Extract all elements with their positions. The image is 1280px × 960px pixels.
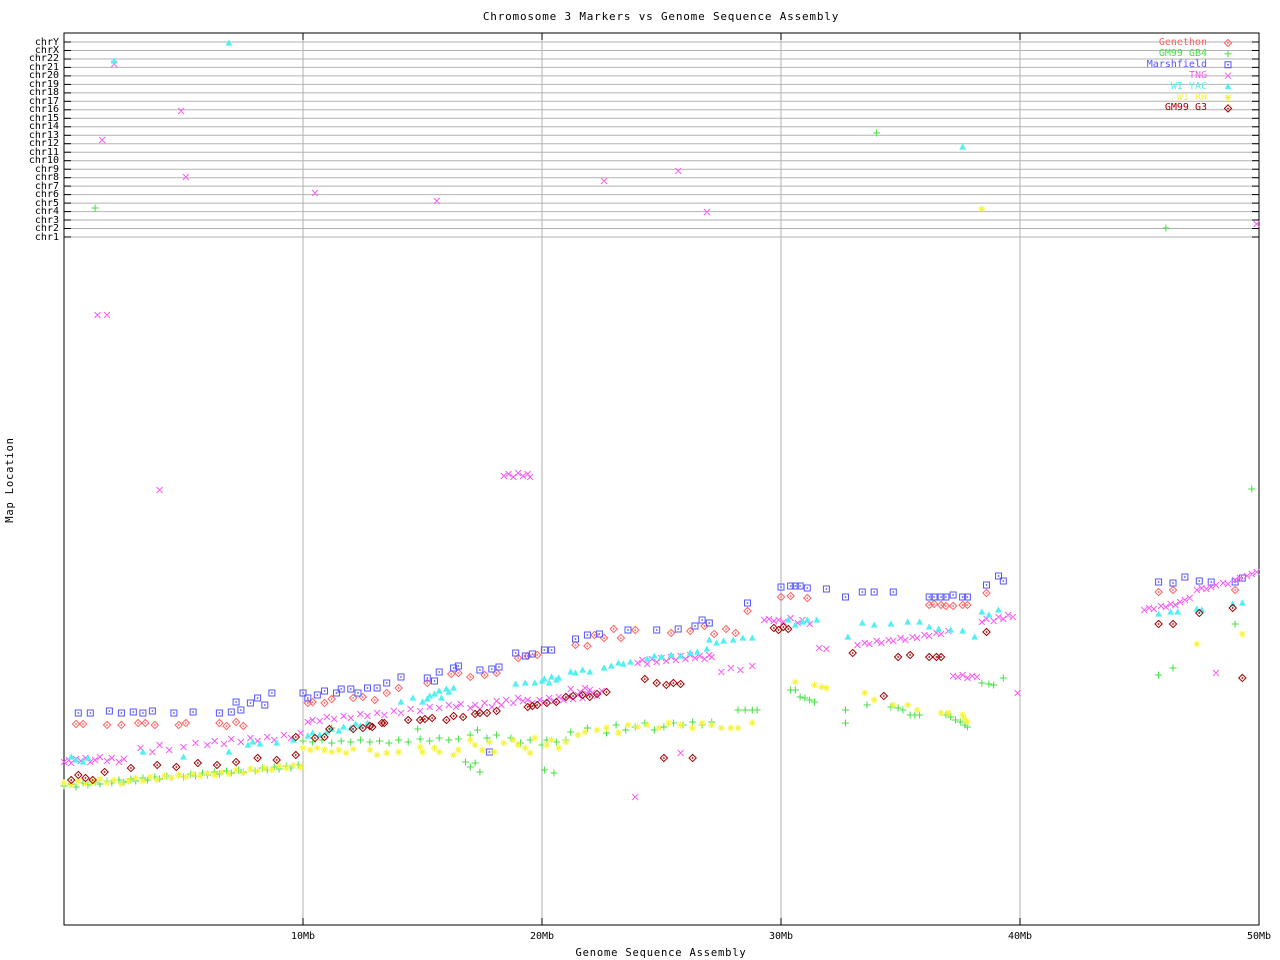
series-wi-rh <box>61 94 1246 789</box>
legend-label-wi-yac: WI YAC <box>1057 82 1207 92</box>
chart-canvas: Chromosome 3 Markers vs Genome Sequence … <box>0 0 1280 960</box>
plot-svg <box>0 0 1280 960</box>
series-gm99-gb4 <box>61 50 1256 790</box>
series-gm99-g3 <box>68 105 1246 784</box>
plot-border <box>64 33 1259 925</box>
chart-title: Chromosome 3 Markers vs Genome Sequence … <box>391 10 931 23</box>
x-tick-30Mb: 30Mb <box>751 931 811 942</box>
x-tick-20Mb: 20Mb <box>512 931 572 942</box>
x-axis-title: Genome Sequence Assembly <box>511 947 811 959</box>
legend-label-gm99-g3: GM99 G3 <box>1057 103 1207 113</box>
y-axis-title: Map Location <box>4 330 18 630</box>
legend-label-gm99-gb4: GM99 GB4 <box>1057 49 1207 59</box>
legend-label-genethon: Genethon <box>1057 38 1207 48</box>
series-marshfield <box>75 62 1245 755</box>
legend-label-tng: TNG <box>1057 71 1207 81</box>
chrom-label-chr1: chr1 <box>0 233 59 242</box>
x-tick-50Mb: 50Mb <box>1229 931 1280 942</box>
series-tng <box>61 61 1260 800</box>
series-genethon <box>72 39 1238 729</box>
legend-label-marshfield: Marshfield <box>1057 60 1207 70</box>
series-wi-yac <box>68 39 1246 764</box>
legend-label-wi-rh: WI RH <box>1057 93 1207 103</box>
x-tick-40Mb: 40Mb <box>990 931 1050 942</box>
x-tick-10Mb: 10Mb <box>273 931 333 942</box>
